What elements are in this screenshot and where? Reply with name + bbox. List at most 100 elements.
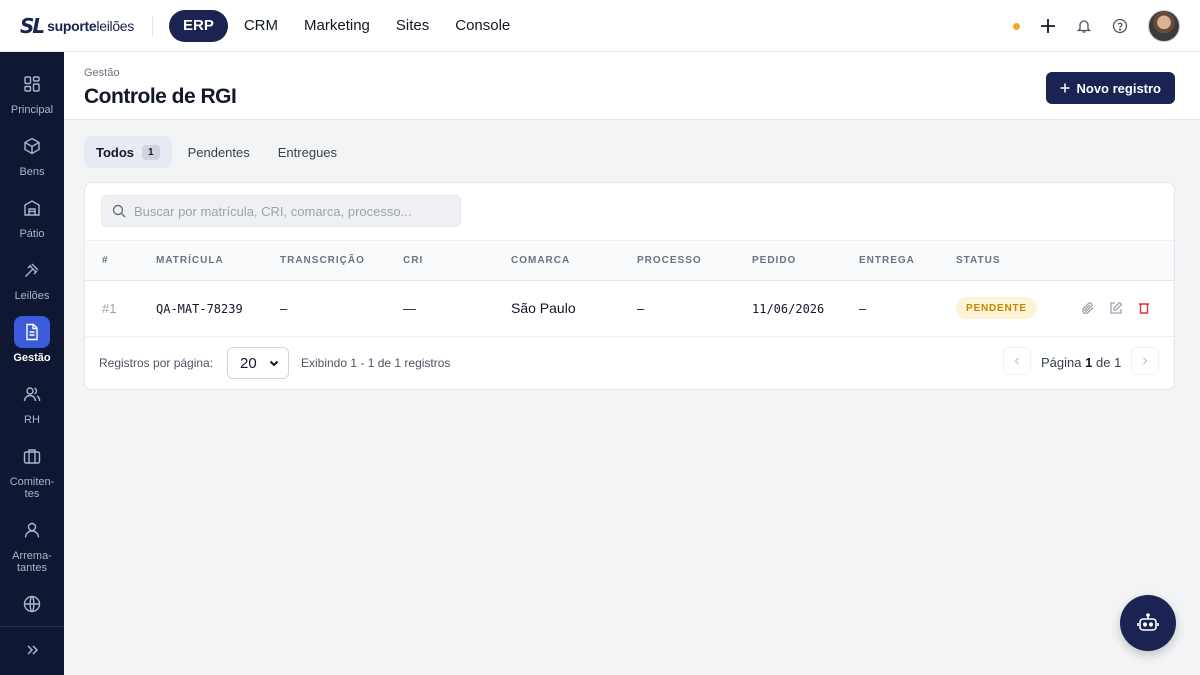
table-row[interactable]: #1 QA-MAT-78239 – — São Paulo – 11/06/20… [85,281,1174,337]
nav-console[interactable]: Console [445,10,520,42]
column-header[interactable]: MATRÍCULA [156,255,224,266]
sidebar-item-label: Leilões [14,290,50,302]
transcricao-cell: – [280,301,288,316]
page-header: Gestão Controle de RGI Novo registro [64,52,1200,120]
briefcase-icon [14,440,50,472]
trash-icon [1139,303,1149,314]
chevrons-right-icon [14,642,50,658]
main-nav: ERP CRM Marketing Sites Console [169,9,520,42]
sidebar-item-principal[interactable]: Principal [0,68,64,116]
top-actions [1013,0,1180,52]
sidebar-item-patio[interactable]: Pátio [0,192,64,240]
page-total: 1 [1114,355,1122,370]
search-icon [112,204,126,218]
status-badge: PENDENTE [956,297,1037,319]
sidebar-item-bens[interactable]: Bens [0,130,64,178]
sidebar-item-sites[interactable] [0,588,64,620]
user-avatar[interactable] [1148,10,1180,42]
gavel-icon [14,254,50,286]
sidebar: Principal Bens Pátio Leilões Gestão RH C… [0,52,64,675]
tab-pendentes[interactable]: Pendentes [176,136,262,168]
logo-mark: SL [20,13,45,38]
tab-todos[interactable]: Todos 1 [84,136,172,168]
tab-label: Todos [96,144,135,160]
comarca-cell: São Paulo [511,300,576,316]
plus-icon[interactable] [1040,18,1056,34]
paperclip-icon [1082,302,1094,315]
per-page-value: 20 [240,354,257,372]
box-icon [14,130,50,162]
chevron-left-icon [1014,357,1019,365]
page-current: 1 [1085,355,1093,370]
sidebar-item-label: RH [24,414,40,426]
column-header[interactable]: STATUS [956,255,1001,266]
top-bar: SL suporteleilões ERP CRM Marketing Site… [0,0,1200,52]
brand-logo[interactable]: SL suporteleilões [20,0,134,52]
showing-text: Exibindo 1 - 1 de 1 registros [301,356,451,370]
column-header[interactable]: TRANSCRIÇÃO [280,255,365,266]
help-icon[interactable] [1112,18,1128,34]
column-header[interactable]: ENTREGA [859,255,915,266]
sidebar-item-comitentes[interactable]: Comiten-tes [0,440,64,500]
document-icon [14,316,50,348]
page-prefix: Página [1041,355,1082,370]
delete-button[interactable] [1135,299,1153,317]
page-title: Controle de RGI [84,85,237,108]
cri-cell: — [403,301,416,316]
next-page-button[interactable] [1131,347,1159,375]
attach-button[interactable] [1079,299,1097,317]
column-header[interactable]: PEDIDO [752,255,796,266]
chevron-down-icon [269,360,279,367]
search-box[interactable] [101,195,461,227]
per-page-select[interactable]: 20 [227,347,289,379]
tab-entregues[interactable]: Entregues [266,136,349,168]
nav-sites[interactable]: Sites [386,10,439,42]
robot-icon [1137,613,1159,631]
table-header: # MATRÍCULA TRANSCRIÇÃO CRI COMARCA PROC… [85,240,1174,281]
column-header[interactable]: # [102,255,109,266]
sidebar-item-label: Gestão [13,352,51,364]
sidebar-item-arrematantes[interactable]: Arrema-tantes [0,514,64,574]
edit-icon [1110,301,1123,314]
sidebar-label-line1: Arrema- [12,550,52,562]
column-header[interactable]: COMARCA [511,255,570,266]
sidebar-item-label: Bens [19,166,45,178]
status-dot [1013,22,1020,30]
logo-text: suporteleilões [47,18,134,34]
sidebar-divider [0,626,64,627]
sidebar-label-line2: tantes [17,562,47,574]
count-badge: 1 [142,144,160,160]
prev-page-button[interactable] [1003,347,1031,375]
bell-icon[interactable] [1076,18,1092,34]
nav-crm[interactable]: CRM [234,10,288,42]
column-header[interactable]: CRI [403,255,423,266]
user-icon [14,514,50,546]
sidebar-label-line1: Comiten- [9,476,55,488]
matricula-cell: QA-MAT-78239 [156,302,243,316]
plus-icon [1060,83,1070,93]
sidebar-collapse-button[interactable] [0,642,64,658]
edit-button[interactable] [1107,299,1125,317]
sidebar-item-label: Principal [10,104,54,116]
column-header[interactable]: PROCESSO [637,255,702,266]
entrega-cell: – [859,301,867,316]
nav-marketing[interactable]: Marketing [294,10,380,42]
sidebar-item-label: Arrema-tantes [12,550,52,574]
assistant-fab-button[interactable] [1120,595,1176,651]
records-card: # MATRÍCULA TRANSCRIÇÃO CRI COMARCA PROC… [84,182,1175,390]
nav-erp[interactable]: ERP [169,9,228,42]
new-record-button[interactable]: Novo registro [1046,72,1175,104]
logo-text-bold: suporte [47,17,97,34]
grid-icon [14,68,50,100]
breadcrumb[interactable]: Gestão [84,67,119,79]
sidebar-item-label: Pátio [19,228,45,240]
row-number: #1 [102,301,117,316]
sidebar-item-gestao[interactable]: Gestão [0,316,64,364]
logo-divider [152,14,153,37]
sidebar-label-line2: tes [24,488,40,500]
users-icon [14,378,50,410]
page-of: de [1095,355,1111,370]
search-input[interactable] [134,203,434,219]
sidebar-item-leiloes[interactable]: Leilões [0,254,64,302]
sidebar-item-rh[interactable]: RH [0,378,64,426]
